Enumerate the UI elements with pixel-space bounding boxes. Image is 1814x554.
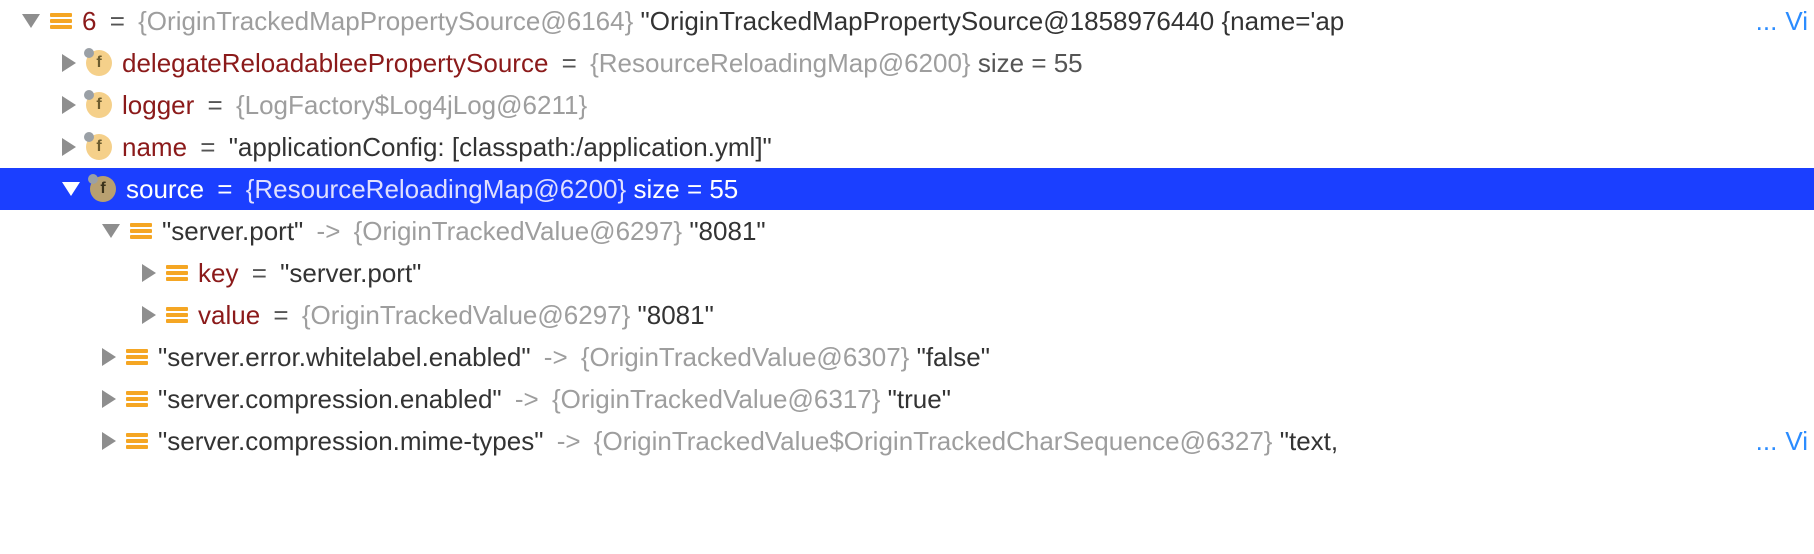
entry-type: {OriginTrackedValue@6317} bbox=[552, 384, 880, 414]
equals-sign: = bbox=[273, 300, 288, 330]
chevron-right-icon[interactable] bbox=[102, 390, 116, 408]
ellipsis: ... bbox=[1756, 6, 1778, 37]
object-type: {OriginTrackedMapPropertySource@6164} bbox=[138, 6, 633, 36]
row-content: "server.port" -> {OriginTrackedValue@629… bbox=[162, 216, 1808, 247]
map-entry-icon bbox=[166, 262, 188, 284]
field-icon: f bbox=[86, 92, 112, 118]
entry-key: "server.port" bbox=[162, 216, 303, 246]
entry-value: "8081" bbox=[689, 216, 765, 246]
index-label: 6 bbox=[82, 6, 96, 36]
object-type: {LogFactory$Log4jLog@6211} bbox=[236, 90, 587, 120]
field-value: "server.port" bbox=[280, 258, 421, 288]
tree-row-entry-value[interactable]: value = {OriginTrackedValue@6297} "8081" bbox=[0, 294, 1814, 336]
equals-sign: = bbox=[208, 90, 223, 120]
tree-row-delegate[interactable]: f delegateReloadableePropertySource = {R… bbox=[0, 42, 1814, 84]
entry-type: {OriginTrackedValue$OriginTrackedCharSeq… bbox=[594, 426, 1273, 456]
map-entry-icon bbox=[166, 304, 188, 326]
debug-tree: 6 = {OriginTrackedMapPropertySource@6164… bbox=[0, 0, 1814, 462]
chevron-right-icon[interactable] bbox=[62, 54, 76, 72]
map-entry-icon bbox=[126, 346, 148, 368]
equals-sign: = bbox=[110, 6, 125, 36]
tree-row-root[interactable]: 6 = {OriginTrackedMapPropertySource@6164… bbox=[0, 0, 1814, 42]
row-content: source = {ResourceReloadingMap@6200} siz… bbox=[126, 174, 1808, 205]
map-entry-icon bbox=[126, 388, 148, 410]
field-name: logger bbox=[122, 90, 194, 120]
size-label: size = 55 bbox=[978, 48, 1083, 78]
tree-row-name[interactable]: f name = "applicationConfig: [classpath:… bbox=[0, 126, 1814, 168]
row-content: value = {OriginTrackedValue@6297} "8081" bbox=[198, 300, 1808, 331]
entry-type: {OriginTrackedValue@6297} bbox=[354, 216, 682, 246]
map-arrow: -> bbox=[515, 384, 539, 414]
ellipsis: ... bbox=[1756, 426, 1778, 457]
chevron-right-icon[interactable] bbox=[62, 96, 76, 114]
entry-value: "false" bbox=[917, 342, 990, 372]
row-content: delegateReloadableePropertySource = {Res… bbox=[122, 48, 1808, 79]
map-arrow: -> bbox=[317, 216, 341, 246]
object-string: "OriginTrackedMapPropertySource@18589764… bbox=[641, 6, 1345, 36]
chevron-right-icon[interactable] bbox=[142, 306, 156, 324]
tree-row-entry-compression-enabled[interactable]: "server.compression.enabled" -> {OriginT… bbox=[0, 378, 1814, 420]
chevron-right-icon[interactable] bbox=[102, 348, 116, 366]
tree-row-entry-server-port[interactable]: "server.port" -> {OriginTrackedValue@629… bbox=[0, 210, 1814, 252]
tree-row-logger[interactable]: f logger = {LogFactory$Log4jLog@6211} bbox=[0, 84, 1814, 126]
equals-sign: = bbox=[200, 132, 215, 162]
equals-sign: = bbox=[217, 174, 232, 204]
map-entry-icon bbox=[126, 430, 148, 452]
object-type: {ResourceReloadingMap@6200} bbox=[246, 174, 627, 204]
row-content: name = "applicationConfig: [classpath:/a… bbox=[122, 132, 1808, 163]
entry-value: "true" bbox=[888, 384, 951, 414]
size-label: size = 55 bbox=[633, 174, 738, 204]
field-name: source bbox=[126, 174, 204, 204]
field-icon: f bbox=[86, 134, 112, 160]
object-type: {ResourceReloadingMap@6200} bbox=[590, 48, 971, 78]
row-content: "server.compression.enabled" -> {OriginT… bbox=[158, 384, 1808, 415]
row-content: "server.compression.mime-types" -> {Orig… bbox=[158, 426, 1752, 457]
row-content: key = "server.port" bbox=[198, 258, 1808, 289]
chevron-down-icon[interactable] bbox=[102, 224, 120, 238]
field-name: name bbox=[122, 132, 187, 162]
entry-key: "server.compression.enabled" bbox=[158, 384, 502, 414]
entry-key: "server.compression.mime-types" bbox=[158, 426, 543, 456]
field-value: "applicationConfig: [classpath:/applicat… bbox=[229, 132, 772, 162]
array-element-icon bbox=[50, 10, 72, 32]
field-value: "8081" bbox=[638, 300, 714, 330]
map-arrow: -> bbox=[557, 426, 581, 456]
tree-row-entry-key[interactable]: key = "server.port" bbox=[0, 252, 1814, 294]
row-content: logger = {LogFactory$Log4jLog@6211} bbox=[122, 90, 1808, 121]
entry-value: "text, bbox=[1280, 426, 1338, 456]
field-icon: f bbox=[90, 176, 116, 202]
chevron-right-icon[interactable] bbox=[102, 432, 116, 450]
entry-key: "server.error.whitelabel.enabled" bbox=[158, 342, 531, 372]
object-type: {OriginTrackedValue@6297} bbox=[302, 300, 630, 330]
field-name: key bbox=[198, 258, 238, 288]
chevron-right-icon[interactable] bbox=[62, 138, 76, 156]
field-name: delegateReloadableePropertySource bbox=[122, 48, 548, 78]
tree-row-entry-mime-types[interactable]: "server.compression.mime-types" -> {Orig… bbox=[0, 420, 1814, 462]
field-name: value bbox=[198, 300, 260, 330]
field-icon: f bbox=[86, 50, 112, 76]
equals-sign: = bbox=[252, 258, 267, 288]
chevron-down-icon[interactable] bbox=[62, 182, 80, 196]
view-link[interactable]: Vi bbox=[1785, 426, 1808, 457]
chevron-right-icon[interactable] bbox=[142, 264, 156, 282]
view-link[interactable]: Vi bbox=[1785, 6, 1808, 37]
chevron-down-icon[interactable] bbox=[22, 14, 40, 28]
entry-type: {OriginTrackedValue@6307} bbox=[581, 342, 909, 372]
tree-row-source[interactable]: f source = {ResourceReloadingMap@6200} s… bbox=[0, 168, 1814, 210]
tree-row-entry-whitelabel[interactable]: "server.error.whitelabel.enabled" -> {Or… bbox=[0, 336, 1814, 378]
map-arrow: -> bbox=[544, 342, 568, 372]
equals-sign: = bbox=[562, 48, 577, 78]
row-content: "server.error.whitelabel.enabled" -> {Or… bbox=[158, 342, 1808, 373]
map-entry-icon bbox=[130, 220, 152, 242]
row-content: 6 = {OriginTrackedMapPropertySource@6164… bbox=[82, 6, 1752, 37]
